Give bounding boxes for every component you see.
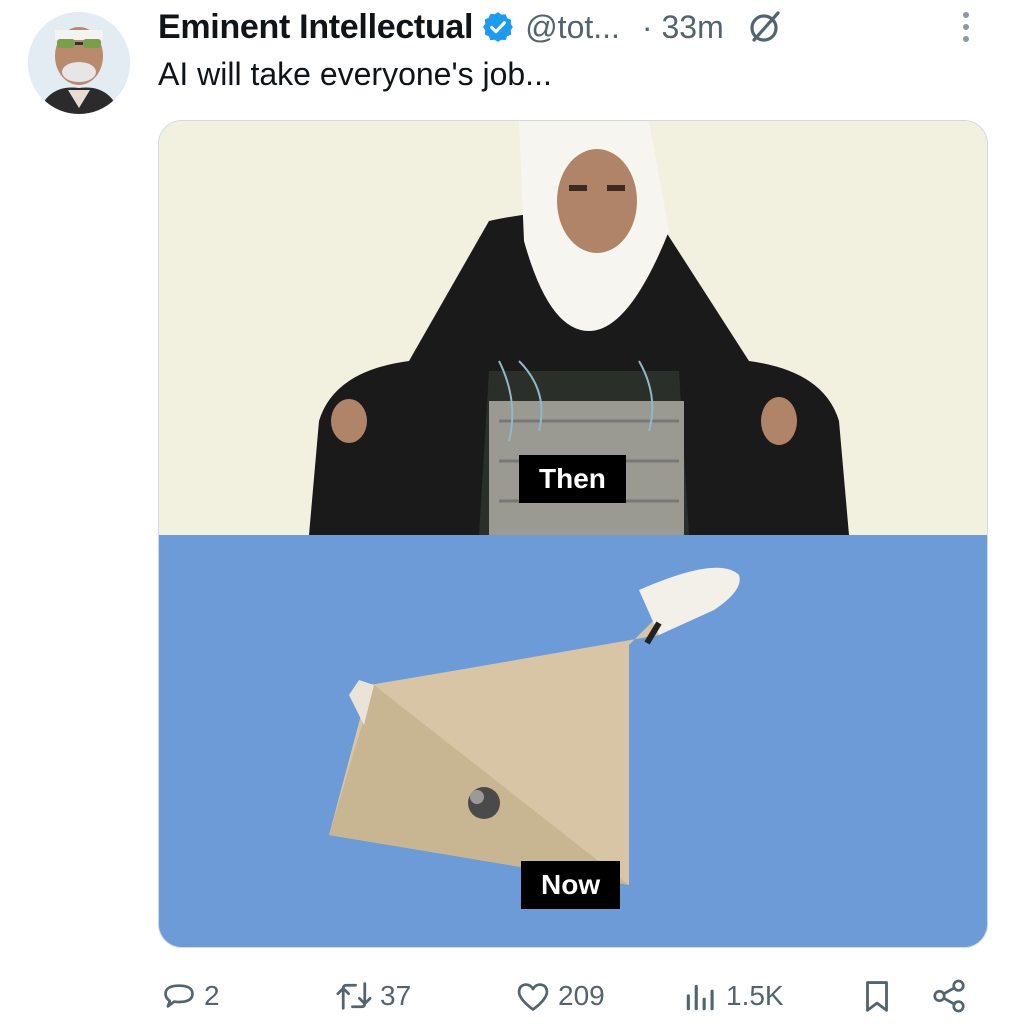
verified-badge-icon xyxy=(483,12,514,42)
more-icon[interactable] xyxy=(944,4,988,50)
display-name[interactable]: Eminent Intellectual xyxy=(158,8,473,47)
share-button[interactable] xyxy=(930,970,968,1022)
bookmark-icon xyxy=(866,981,888,1012)
tweet-header: Eminent Intellectual @tot... · 33m xyxy=(158,4,988,50)
bookmark-button[interactable] xyxy=(858,970,896,1022)
repost-button[interactable]: 37 xyxy=(334,970,411,1022)
reply-icon xyxy=(164,984,194,1008)
handle[interactable]: @tot... xyxy=(525,9,620,46)
share-icon xyxy=(933,979,965,1013)
repost-count: 37 xyxy=(380,980,412,1011)
views-icon xyxy=(686,984,714,1011)
repost-icon xyxy=(336,982,372,1010)
view-count: 1.5K xyxy=(726,980,784,1011)
reply-button[interactable]: 2 xyxy=(160,970,220,1022)
like-button[interactable]: 209 xyxy=(514,970,605,1022)
tweet-media[interactable]: Then Now xyxy=(158,120,988,948)
like-count: 209 xyxy=(558,980,605,1011)
avatar-image xyxy=(28,12,130,114)
now-caption: Now xyxy=(521,861,621,909)
like-icon xyxy=(517,983,549,1011)
action-bar: 2 37 209 1.5K xyxy=(158,970,970,1026)
tweet-text: AI will take everyone's job... xyxy=(158,56,552,92)
reply-count: 2 xyxy=(204,980,220,1011)
timestamp[interactable]: · 33m xyxy=(642,9,724,46)
avatar[interactable] xyxy=(28,12,130,114)
grok-icon[interactable] xyxy=(744,7,784,47)
then-caption: Then xyxy=(519,455,626,503)
views-button[interactable]: 1.5K xyxy=(682,970,784,1022)
